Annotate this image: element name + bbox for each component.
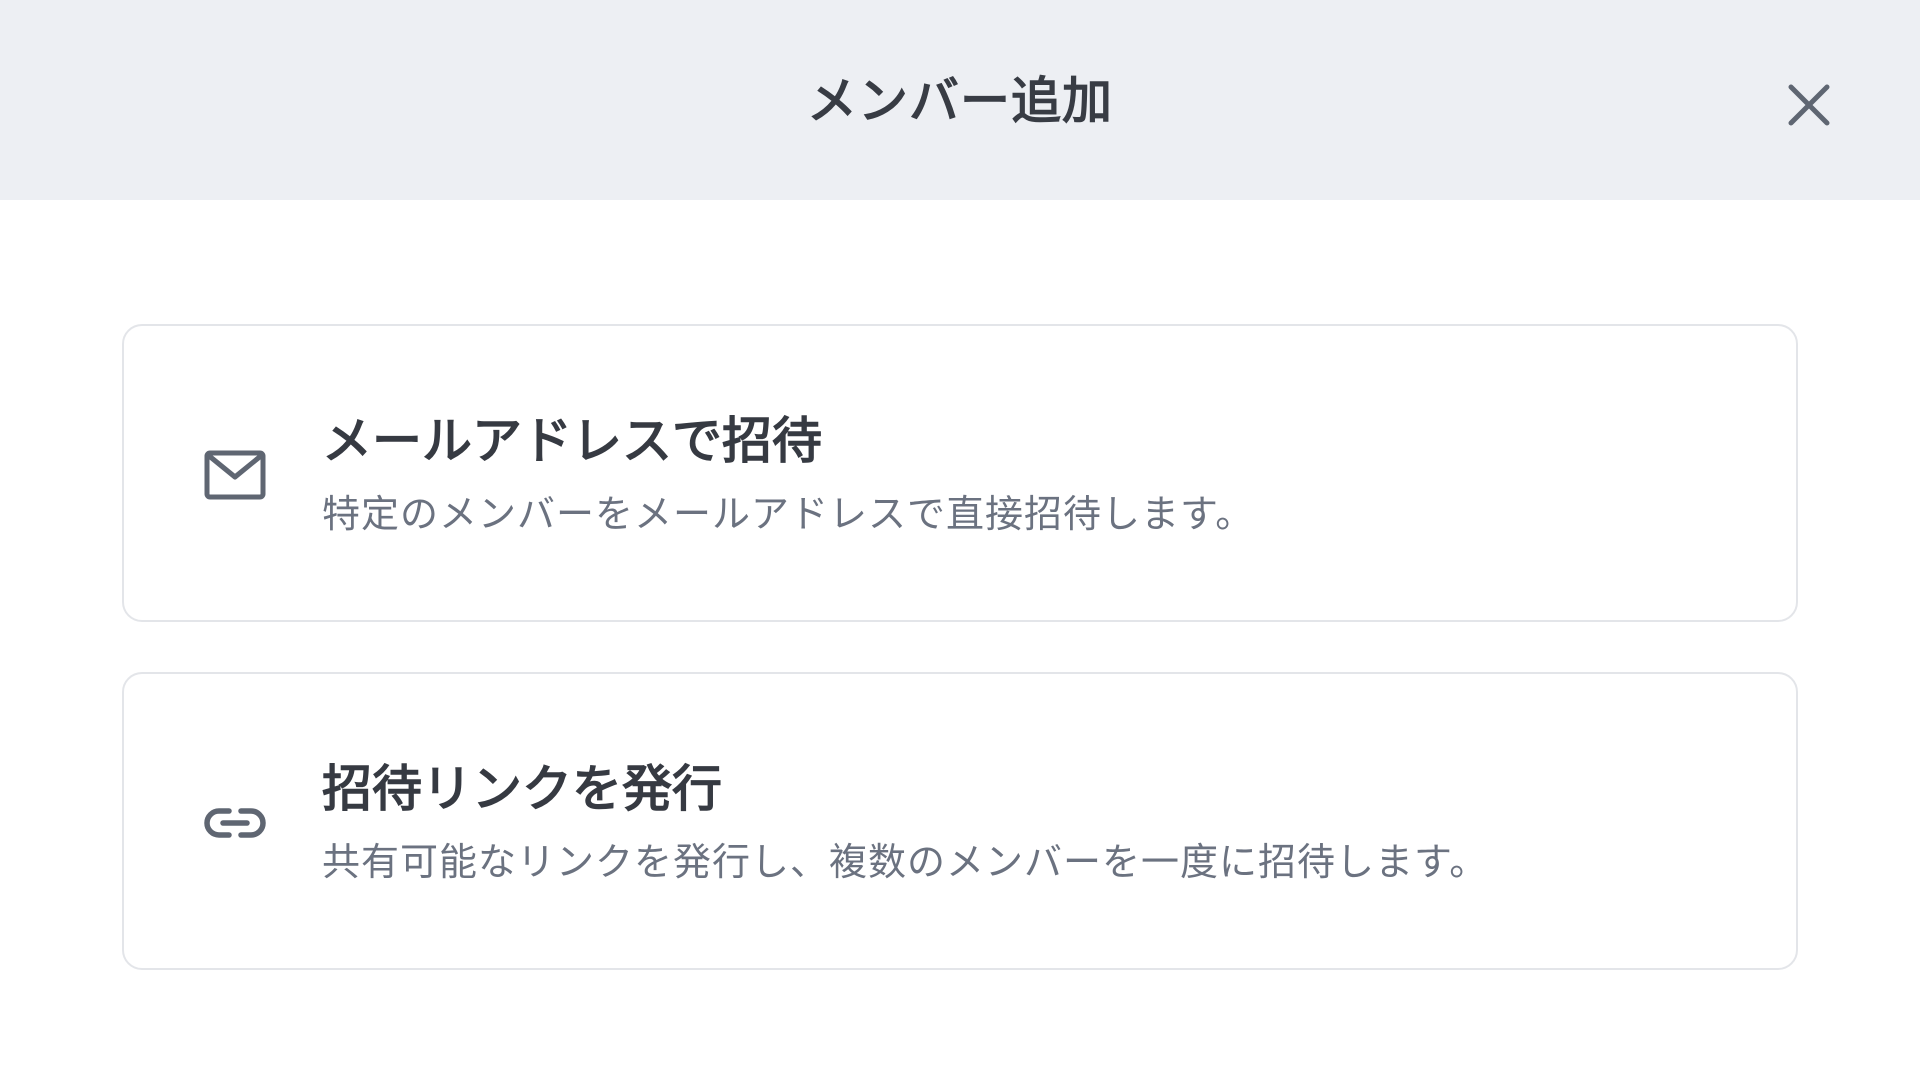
link-icon — [202, 794, 268, 852]
dialog-title: メンバー追加 — [807, 72, 1113, 130]
option-description: 共有可能なリンクを発行し、複数のメンバーを一度に招待します。 — [322, 840, 1489, 884]
close-icon — [1788, 84, 1830, 126]
mail-icon — [202, 446, 268, 504]
close-button[interactable] — [1780, 76, 1838, 134]
dialog-header: メンバー追加 — [0, 0, 1920, 200]
option-title: メールアドレスで招待 — [322, 412, 822, 470]
dialog-body: メールアドレスで招待 特定のメンバーをメールアドレスで直接招待します。 招待リン… — [0, 200, 1920, 1092]
issue-invite-link-option[interactable]: 招待リンクを発行 共有可能なリンクを発行し、複数のメンバーを一度に招待します。 — [122, 672, 1798, 970]
option-description: 特定のメンバーをメールアドレスで直接招待します。 — [322, 492, 1255, 536]
invite-by-email-option[interactable]: メールアドレスで招待 特定のメンバーをメールアドレスで直接招待します。 — [122, 324, 1798, 622]
add-member-dialog: メンバー追加 メールアドレスで招待 特定のメンバーをメールアドレスで直接招待しま… — [0, 0, 1920, 1092]
option-title: 招待リンクを発行 — [322, 760, 722, 818]
